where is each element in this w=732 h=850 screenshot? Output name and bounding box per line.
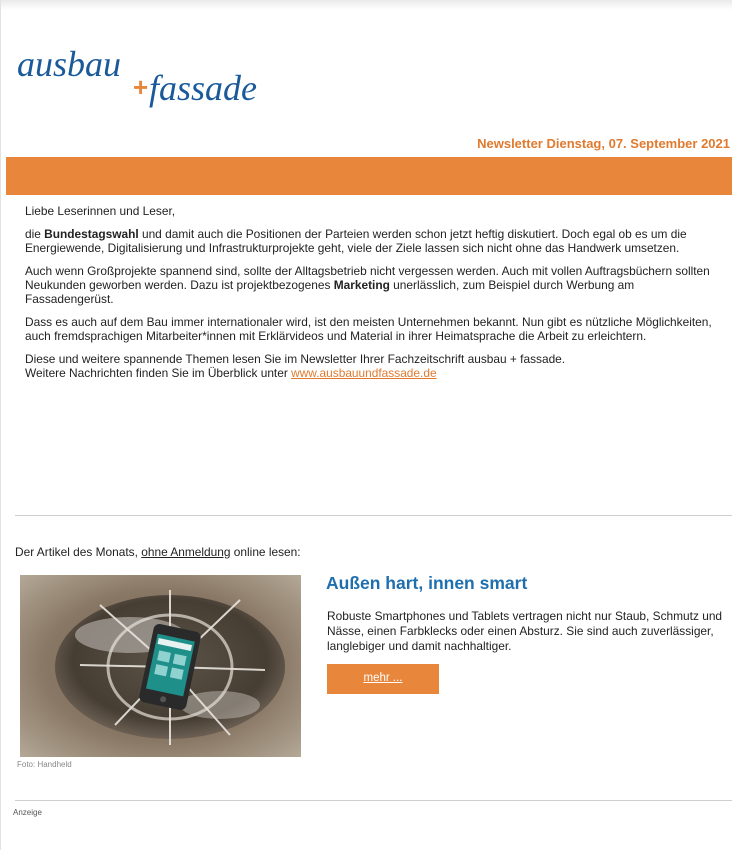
paragraph-1: die Bundestagswahl und damit auch die Po… xyxy=(25,227,715,255)
newsletter-dateline: Newsletter Dienstag, 07. September 2021 xyxy=(477,136,730,151)
p1-bold: Bundestagswahl xyxy=(44,227,139,241)
no-login-link[interactable]: ohne Anmeldung xyxy=(141,545,230,559)
logo-ausbau: ausbau xyxy=(17,48,121,84)
article-photo[interactable] xyxy=(20,575,301,757)
brand-logo[interactable]: ausbau + fassade xyxy=(15,48,305,108)
p4-line1: Diese und weitere spannende Themen lesen… xyxy=(25,352,566,366)
article-of-month-intro: Der Artikel des Monats, ohne Anmeldung o… xyxy=(15,545,301,559)
p4-line2: Weitere Nachrichten finden Sie im Überbl… xyxy=(25,366,292,380)
aom-intro-post: online lesen: xyxy=(230,545,301,559)
logo-fassade: fassade xyxy=(149,68,257,108)
p2-bold: Marketing xyxy=(333,278,390,292)
more-button[interactable]: mehr ... xyxy=(327,664,439,694)
article-description: Robuste Smartphones und Tablets vertrage… xyxy=(327,609,723,653)
paragraph-4: Diese und weitere spannende Themen lesen… xyxy=(25,352,715,380)
website-link[interactable]: www.ausbauundfassade.de xyxy=(291,366,436,380)
greeting: Liebe Leserinnen und Leser, xyxy=(25,204,176,218)
ad-label: Anzeige xyxy=(13,808,42,817)
article-title[interactable]: Außen hart, innen smart xyxy=(326,573,527,594)
divider-1 xyxy=(15,515,732,516)
p1-pre: die xyxy=(25,227,45,241)
top-shadow xyxy=(1,0,732,10)
intro-text: Liebe Leserinnen und Leser, die Bundesta… xyxy=(25,204,715,389)
paragraph-2: Auch wenn Großprojekte spannend sind, so… xyxy=(25,264,715,306)
phone-in-puddle-photo xyxy=(20,575,301,757)
logo-plus: + xyxy=(133,72,148,102)
paragraph-3: Dass es auch auf dem Bau immer internati… xyxy=(25,315,712,343)
newsletter-page: ausbau + fassade Newsletter Dienstag, 07… xyxy=(0,0,732,850)
photo-credit: Foto: Handheld xyxy=(17,760,72,769)
orange-header-bar xyxy=(6,157,732,195)
divider-2 xyxy=(15,800,732,801)
aom-intro-pre: Der Artikel des Monats, xyxy=(15,545,142,559)
